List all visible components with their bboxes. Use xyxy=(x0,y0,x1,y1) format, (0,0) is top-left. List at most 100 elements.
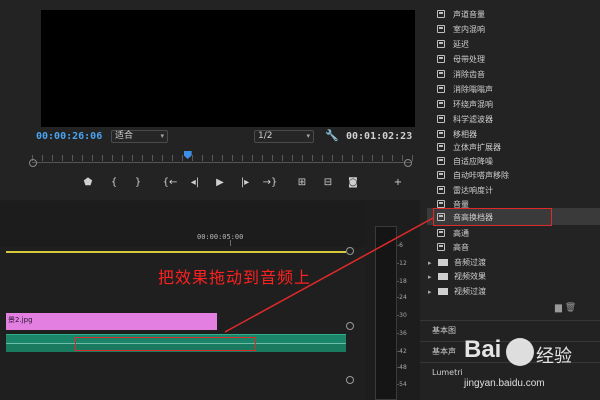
monitor-time-ruler[interactable] xyxy=(32,150,413,166)
ruler-tick xyxy=(332,155,333,161)
ruler-tick xyxy=(52,155,53,161)
effect-item[interactable]: 高通 xyxy=(437,226,577,241)
ruler-zoom-handle-right[interactable] xyxy=(404,159,412,167)
folder-audio-transitions[interactable]: ▸ 音频过渡 xyxy=(428,256,486,270)
ruler-tick xyxy=(122,155,123,161)
meter-label: -30 xyxy=(397,312,407,319)
ruler-tick xyxy=(382,155,383,161)
watermark-brand: Bai xyxy=(464,336,502,363)
chevron-down-icon: ▾ xyxy=(306,132,310,140)
step-forward-icon[interactable]: |▸ xyxy=(237,176,253,190)
ruler-tick xyxy=(292,155,293,161)
add-icon[interactable]: + xyxy=(390,176,406,190)
audio-meter-channel xyxy=(375,226,397,400)
ruler-tick xyxy=(152,155,153,161)
ruler-zoom-handle-left[interactable] xyxy=(29,159,37,167)
audio-effect-icon xyxy=(437,70,445,78)
ruler-tick xyxy=(132,155,133,161)
mark-in-icon[interactable]: { xyxy=(106,176,122,190)
play-icon[interactable]: ▶ xyxy=(212,176,228,190)
audio-effect-icon xyxy=(437,10,445,18)
camera-icon[interactable]: ◙ xyxy=(345,176,361,190)
effect-item[interactable]: 自动咔嗒声移除 xyxy=(437,168,577,183)
marker-icon[interactable]: ⬟ xyxy=(80,176,96,190)
go-to-out-icon[interactable]: →} xyxy=(262,176,278,190)
ruler-tick xyxy=(202,155,203,161)
ruler-tick xyxy=(72,155,73,161)
timeline-ruler-timecode: 00:00:05:00 xyxy=(197,233,244,241)
ruler-tick xyxy=(362,155,363,161)
paw-icon xyxy=(506,338,534,366)
meter-label: -54 xyxy=(397,381,407,388)
folder-icon xyxy=(438,259,448,266)
meter-label: -36 xyxy=(397,330,407,337)
timeline-scroll-handle[interactable] xyxy=(346,247,354,255)
audio-effect-icon xyxy=(437,200,445,208)
audio-effect-icon xyxy=(437,25,445,33)
effect-item[interactable]: 自适应降噪 xyxy=(437,154,577,169)
timeline-header xyxy=(0,202,365,247)
effect-item[interactable]: 雷达响度计 xyxy=(437,183,577,198)
fit-select-value: 适合 xyxy=(115,131,134,141)
audio-effect-icon xyxy=(437,85,445,93)
watermark-url: jingyan.baidu.com xyxy=(464,378,545,389)
video-clip-label: 景2.jpg xyxy=(8,316,33,324)
effect-item[interactable]: 母带处理 xyxy=(437,52,577,67)
effect-item[interactable]: 立体声扩展器 xyxy=(437,140,577,155)
audio-effect-icon xyxy=(437,186,445,194)
work-area-bar[interactable] xyxy=(6,251,346,253)
ruler-tick xyxy=(242,155,243,161)
effect-item[interactable]: 室内混响 xyxy=(437,22,577,37)
ruler-tick xyxy=(222,155,223,161)
effect-highlight-box xyxy=(433,208,552,226)
annotation-instruction: 把效果拖动到音频上 xyxy=(158,268,312,287)
ruler-tick xyxy=(162,155,163,161)
timeline-scroll-handle[interactable] xyxy=(346,376,354,384)
ruler-tick xyxy=(142,155,143,161)
effect-item[interactable]: 延迟 xyxy=(437,37,577,52)
ruler-tick xyxy=(252,155,253,161)
wrench-icon[interactable]: 🔧 xyxy=(325,129,339,142)
ruler-tick xyxy=(212,155,213,161)
audio-effect-icon xyxy=(437,243,445,251)
ruler-tick xyxy=(102,155,103,161)
resolution-select[interactable]: 1/2 ▾ xyxy=(254,130,314,143)
effect-item[interactable]: 科学滤波器 xyxy=(437,112,577,127)
baidu-jingyan-watermark: Bai 经验 jingyan.baidu.com xyxy=(458,336,598,398)
meter-label: -24 xyxy=(397,294,407,301)
step-back-icon[interactable]: ◂| xyxy=(187,176,203,190)
new-folder-icon[interactable]: ▆ 🗑 xyxy=(555,303,576,313)
ruler-tick xyxy=(392,155,393,161)
ruler-tick xyxy=(192,155,193,161)
ruler-tick xyxy=(172,155,173,161)
timeline-ruler-tick xyxy=(230,240,231,246)
mark-out-icon[interactable]: } xyxy=(130,176,146,190)
chevron-right-icon: ▸ xyxy=(428,273,432,281)
ruler-tick xyxy=(342,155,343,161)
effect-item[interactable]: 环绕声混响 xyxy=(437,97,577,112)
resolution-select-value: 1/2 xyxy=(258,131,273,141)
ruler-tick xyxy=(282,155,283,161)
effect-item[interactable]: 消除嗡嗡声 xyxy=(437,82,577,97)
audio-effect-icon xyxy=(437,143,445,151)
meter-label: -18 xyxy=(397,278,407,285)
timeline-scroll-handle[interactable] xyxy=(346,322,354,330)
effect-item[interactable]: 高音 xyxy=(437,240,577,255)
ruler-tick xyxy=(372,155,373,161)
folder-video-effects[interactable]: ▸ 视频效果 xyxy=(428,270,486,284)
effect-item[interactable]: 声道音量 xyxy=(437,7,577,22)
chevron-down-icon: ▾ xyxy=(160,132,164,140)
video-preview xyxy=(41,10,415,127)
lift-icon[interactable]: ⊞ xyxy=(294,176,310,190)
extract-icon[interactable]: ⊟ xyxy=(320,176,336,190)
current-timecode[interactable]: 00:00:26:06 xyxy=(36,131,102,142)
effect-item[interactable]: 消除齿音 xyxy=(437,67,577,82)
audio-effect-icon xyxy=(437,229,445,237)
ruler-tick xyxy=(302,155,303,161)
go-to-in-icon[interactable]: {← xyxy=(162,176,178,190)
folder-video-transitions[interactable]: ▸ 视频过渡 xyxy=(428,285,486,299)
audio-effect-icon xyxy=(437,171,445,179)
fit-select[interactable]: 适合 ▾ xyxy=(111,130,168,143)
video-clip[interactable]: 景2.jpg xyxy=(6,313,217,330)
meter-label: -12 xyxy=(397,260,407,267)
